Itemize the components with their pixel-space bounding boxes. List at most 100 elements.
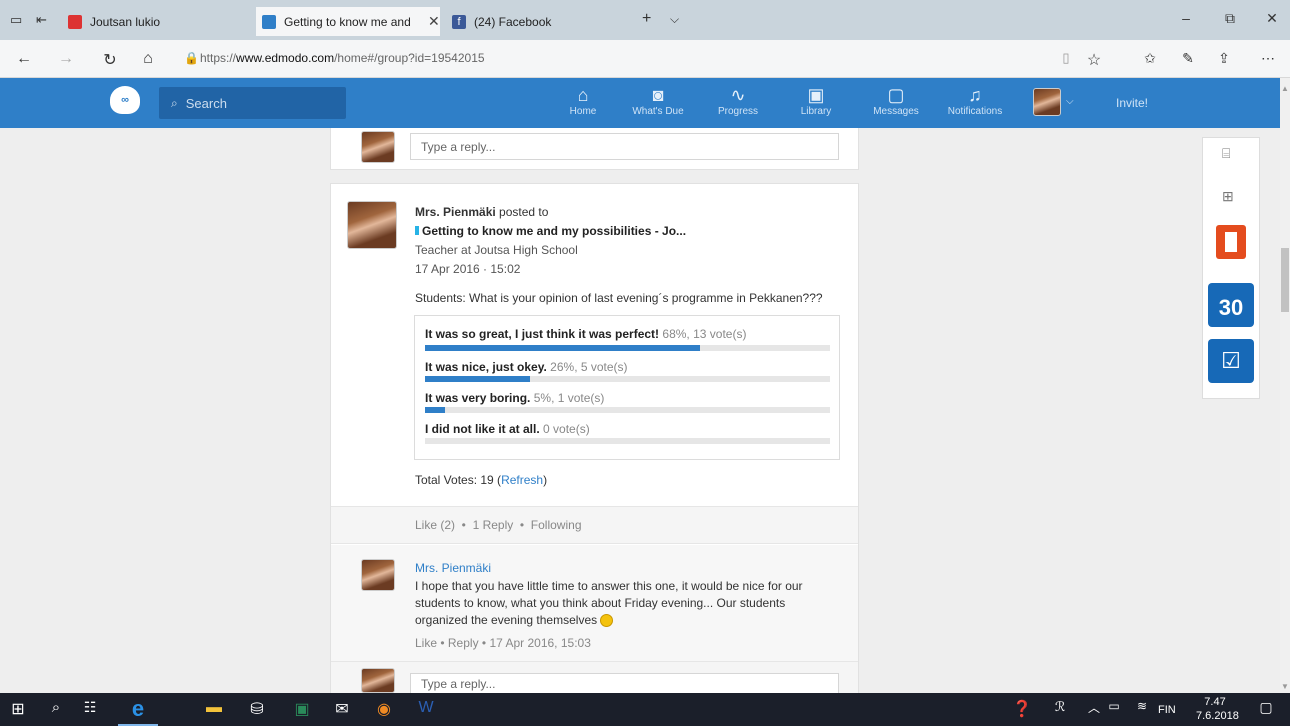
- invite-link[interactable]: Invite!: [1116, 96, 1148, 110]
- reply-input[interactable]: Type a reply...: [410, 673, 839, 693]
- avatar[interactable]: [347, 201, 397, 249]
- poll-bar-fill: [425, 407, 446, 413]
- poll-option-stats: 5%, 1 vote(s): [533, 391, 605, 405]
- like-link[interactable]: Like (2): [415, 518, 455, 532]
- poll-option[interactable]: It was very boring. 5%, 1 vote(s): [425, 391, 604, 405]
- nav-progress[interactable]: ∿ Progress: [706, 84, 770, 117]
- forward-icon[interactable]: →: [56, 50, 76, 68]
- group-link[interactable]: Getting to know me and my possibilities …: [415, 224, 686, 238]
- refresh-link[interactable]: Refresh: [501, 473, 543, 487]
- edge-browser-icon[interactable]: e: [118, 694, 158, 726]
- tab-edmodo[interactable]: Getting to know me and ✕: [256, 7, 440, 36]
- apps-grid-icon[interactable]: ⊞: [1222, 188, 1234, 205]
- set-aside-tabs-icon[interactable]: ⇤: [36, 12, 47, 28]
- url-prefix: https://: [200, 51, 237, 65]
- scroll-down-icon[interactable]: ▼: [1281, 682, 1289, 691]
- search-input[interactable]: ⌕ Search: [159, 87, 346, 119]
- scroll-up-icon[interactable]: ▲: [1281, 84, 1289, 93]
- profile-avatar[interactable]: [1033, 88, 1061, 116]
- app-icon[interactable]: ▣: [290, 699, 314, 719]
- share-icon[interactable]: ⇪: [1214, 50, 1234, 67]
- restore-icon[interactable]: ⧉: [1220, 10, 1240, 27]
- following-link[interactable]: Following: [531, 518, 582, 532]
- new-tab-icon[interactable]: +: [642, 10, 651, 28]
- reading-view-icon[interactable]: ▯: [1056, 50, 1076, 66]
- home-icon[interactable]: ⌂: [138, 50, 158, 68]
- favorite-star-icon[interactable]: ☆: [1084, 50, 1104, 70]
- poll-option[interactable]: I did not like it at all. 0 vote(s): [425, 422, 590, 436]
- like-link[interactable]: Like: [415, 636, 437, 650]
- poll-option-label: It was nice, just okey.: [425, 360, 547, 374]
- search-placeholder: Search: [185, 95, 227, 111]
- minimize-icon[interactable]: –: [1176, 10, 1196, 26]
- refresh-icon[interactable]: ↻: [100, 50, 120, 70]
- tab-list-chevron-icon[interactable]: ⌵: [670, 12, 679, 27]
- store-bag-icon[interactable]: ⛁: [245, 699, 269, 719]
- close-tab-icon[interactable]: ✕: [428, 13, 440, 30]
- nav-notifications[interactable]: ♫ Notifications: [943, 84, 1007, 117]
- clock[interactable]: 7.47 7.6.2018: [1196, 695, 1239, 723]
- reply-input[interactable]: Type a reply...: [410, 133, 839, 160]
- store-icon[interactable]: ⌸: [1222, 145, 1230, 162]
- avatar[interactable]: [361, 559, 395, 591]
- back-icon[interactable]: ←: [14, 50, 34, 68]
- chevron-down-icon[interactable]: ⌵: [1066, 96, 1074, 107]
- poll-option[interactable]: It was so great, I just think it was per…: [425, 327, 746, 341]
- page-scrollbar[interactable]: [1280, 78, 1290, 693]
- edmodo-logo-icon[interactable]: ∞: [110, 86, 140, 114]
- post-text: Students: What is your opinion of last e…: [415, 291, 823, 305]
- people-icon[interactable]: ℛ: [1048, 699, 1072, 715]
- help-icon[interactable]: ❓: [1010, 699, 1034, 719]
- office-icon[interactable]: [1216, 225, 1246, 259]
- clock-time: 7.47: [1204, 696, 1226, 708]
- post-actions: Like (2) • 1 Reply • Following: [415, 518, 582, 532]
- firefox-icon[interactable]: ◉: [372, 699, 396, 719]
- total-votes-label: Total Votes: 19 (: [415, 473, 502, 487]
- nav-messages[interactable]: ▢ Messages: [864, 84, 928, 117]
- web-note-icon[interactable]: ✎: [1178, 50, 1198, 67]
- nav-library[interactable]: ▣ Library: [784, 84, 848, 117]
- scroll-thumb[interactable]: [1281, 248, 1289, 312]
- total-votes-close: ): [543, 473, 548, 487]
- reply-count-link[interactable]: 1 Reply: [473, 518, 514, 532]
- tab-label: (24) Facebook: [474, 14, 552, 29]
- url-domain: www.edmodo.com: [236, 51, 335, 65]
- language-indicator[interactable]: FIN: [1158, 704, 1176, 716]
- reply-link[interactable]: Reply: [448, 636, 479, 650]
- poll-option[interactable]: It was nice, just okey. 26%, 5 vote(s): [425, 360, 628, 374]
- calendar-app-icon[interactable]: 30: [1208, 283, 1254, 327]
- nav-whats-due[interactable]: ◙ What's Due: [626, 84, 690, 117]
- favorites-hub-icon[interactable]: ✩: [1140, 50, 1160, 67]
- nav-label: Messages: [873, 106, 919, 117]
- group-color-marker: [415, 226, 419, 235]
- tab-actions-icon[interactable]: ▭: [10, 12, 22, 28]
- avatar: [361, 668, 395, 693]
- tab-joutsan-lukio[interactable]: Joutsan lukio: [62, 7, 252, 36]
- task-view-icon[interactable]: ☷: [78, 699, 102, 716]
- battery-icon[interactable]: ▭: [1102, 699, 1126, 713]
- word-icon[interactable]: W: [414, 699, 438, 717]
- nav-home[interactable]: ⌂ Home: [551, 84, 615, 117]
- clock-date: 7.6.2018: [1196, 710, 1239, 722]
- smiley-emoji-icon: [600, 614, 614, 628]
- lock-icon: 🔒: [184, 51, 199, 65]
- more-icon[interactable]: ⋯: [1258, 50, 1278, 67]
- action-center-icon[interactable]: ▢: [1254, 699, 1278, 716]
- nav-label: Progress: [717, 106, 758, 117]
- total-votes: Total Votes: 19 (Refresh): [415, 473, 547, 487]
- tab-facebook[interactable]: f (24) Facebook: [446, 7, 630, 36]
- poll-option-label: I did not like it at all.: [425, 422, 540, 436]
- file-explorer-icon[interactable]: ▬: [202, 699, 226, 717]
- quiz-app-icon[interactable]: ☑: [1208, 339, 1254, 383]
- comment-author[interactable]: Mrs. Pienmäki: [415, 561, 491, 575]
- nav-label: What's Due: [632, 106, 684, 117]
- wifi-icon[interactable]: ≋: [1130, 699, 1154, 713]
- start-windows-icon[interactable]: ⊞: [6, 699, 30, 719]
- url-field[interactable]: https://www.edmodo.com/home#/group?id=19…: [200, 51, 485, 65]
- post-header: Mrs. Pienmäki posted to: [415, 205, 548, 219]
- post-author[interactable]: Mrs. Pienmäki: [415, 205, 496, 219]
- close-window-icon[interactable]: ✕: [1262, 10, 1282, 27]
- mail-icon[interactable]: ✉: [330, 699, 354, 719]
- search-icon[interactable]: ⌕: [44, 699, 68, 716]
- nav-label: Library: [800, 106, 832, 117]
